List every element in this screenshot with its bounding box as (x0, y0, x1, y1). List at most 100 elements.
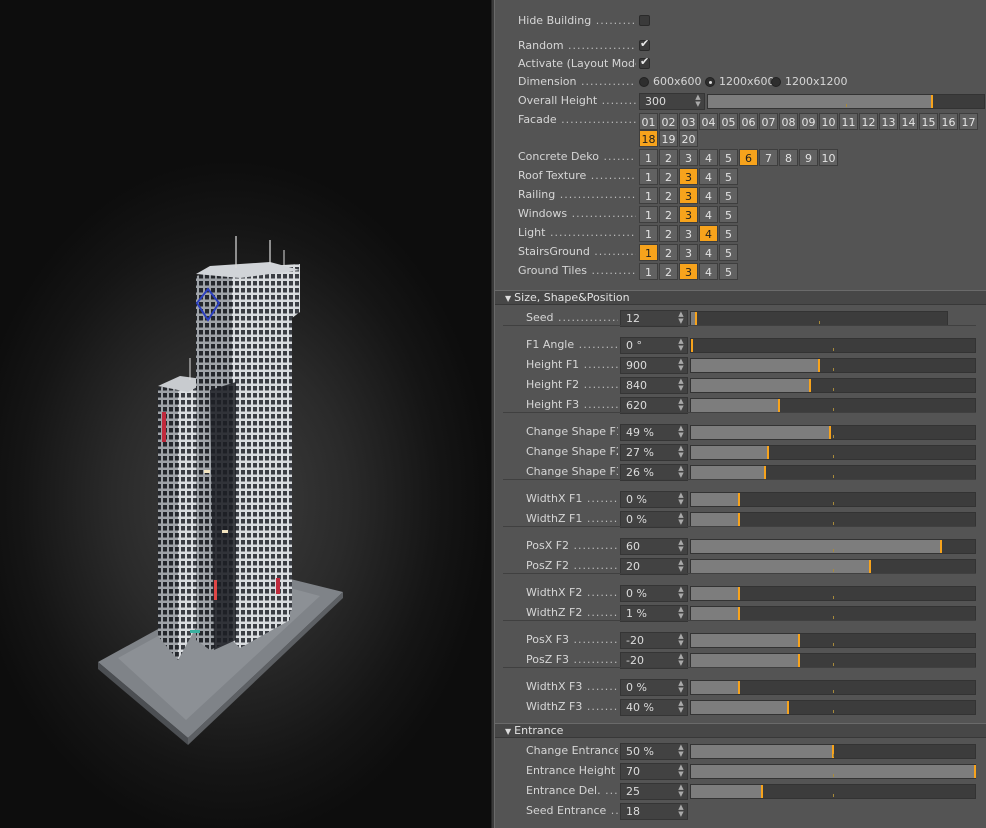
option-button-facade-01[interactable]: 01 (639, 113, 658, 130)
widthx-f1-spinner-icon[interactable]: ▲ ▼ (677, 492, 685, 507)
option-button-facade-04[interactable]: 04 (699, 113, 718, 130)
height-f1-slider-knob[interactable] (818, 359, 820, 372)
option-button-railing-1[interactable]: 1 (639, 187, 658, 204)
option-button-ground-tiles-5[interactable]: 5 (719, 263, 738, 280)
option-button-concrete-deko-4[interactable]: 4 (699, 149, 718, 166)
section-header-entrance[interactable]: ▼ Entrance (495, 723, 986, 738)
option-button-facade-07[interactable]: 07 (759, 113, 778, 130)
option-button-concrete-deko-10[interactable]: 10 (819, 149, 838, 166)
change-shape-f1-slider-knob[interactable] (829, 426, 831, 439)
option-button-stairsground-1[interactable]: 1 (639, 244, 658, 261)
widthx-f2-slider-knob[interactable] (738, 587, 740, 600)
dimension-radio-1200x600[interactable] (705, 77, 715, 87)
entrance-del-slider-knob[interactable] (761, 785, 763, 798)
option-button-concrete-deko-5[interactable]: 5 (719, 149, 738, 166)
f1-angle-slider[interactable] (690, 338, 976, 353)
option-button-railing-4[interactable]: 4 (699, 187, 718, 204)
entrance-height-spinner-icon[interactable]: ▲ ▼ (677, 764, 685, 779)
hide-building-checkbox[interactable] (639, 15, 650, 26)
entrance-del-spinner-icon[interactable]: ▲ ▼ (677, 784, 685, 799)
dimension-radio-1200x1200[interactable] (771, 77, 781, 87)
seed-slider-knob[interactable] (695, 312, 697, 325)
overall-height-slider[interactable] (707, 94, 985, 109)
overall-height-spinner-icon[interactable]: ▲ ▼ (694, 94, 702, 109)
option-button-facade-09[interactable]: 09 (799, 113, 818, 130)
posx-f3-spinner-icon[interactable]: ▲ ▼ (677, 633, 685, 648)
option-button-concrete-deko-7[interactable]: 7 (759, 149, 778, 166)
option-button-facade-16[interactable]: 16 (939, 113, 958, 130)
option-button-railing-3[interactable]: 3 (679, 187, 698, 204)
height-f1-slider[interactable] (690, 358, 976, 373)
widthz-f3-slider[interactable] (690, 700, 976, 715)
widthx-f1-slider-knob[interactable] (738, 493, 740, 506)
change-shape-f2-slider[interactable] (690, 445, 976, 460)
option-button-facade-17[interactable]: 17 (959, 113, 978, 130)
posz-f3-slider[interactable] (690, 653, 976, 668)
option-button-roof-texture-5[interactable]: 5 (719, 168, 738, 185)
option-button-facade-08[interactable]: 08 (779, 113, 798, 130)
option-button-railing-2[interactable]: 2 (659, 187, 678, 204)
posx-f3-slider[interactable] (690, 633, 976, 648)
change-shape-f3-slider-knob[interactable] (764, 466, 766, 479)
option-button-light-3[interactable]: 3 (679, 225, 698, 242)
option-button-facade-10[interactable]: 10 (819, 113, 838, 130)
option-button-facade-18[interactable]: 18 (639, 130, 658, 147)
seed-entrance-spinner-icon[interactable]: ▲ ▼ (677, 804, 685, 819)
posx-f2-spinner-icon[interactable]: ▲ ▼ (677, 539, 685, 554)
option-button-roof-texture-3[interactable]: 3 (679, 168, 698, 185)
entrance-height-slider-knob[interactable] (974, 765, 976, 778)
option-button-facade-06[interactable]: 06 (739, 113, 758, 130)
seed-slider[interactable] (690, 311, 948, 326)
random-checkbox[interactable] (639, 37, 650, 51)
option-button-roof-texture-2[interactable]: 2 (659, 168, 678, 185)
option-button-ground-tiles-4[interactable]: 4 (699, 263, 718, 280)
posz-f3-spinner-icon[interactable]: ▲ ▼ (677, 653, 685, 668)
option-button-ground-tiles-1[interactable]: 1 (639, 263, 658, 280)
posz-f2-slider[interactable] (690, 559, 976, 574)
widthz-f2-slider-knob[interactable] (738, 607, 740, 620)
option-button-windows-4[interactable]: 4 (699, 206, 718, 223)
change-shape-f2-slider-knob[interactable] (767, 446, 769, 459)
f1-angle-slider-knob[interactable] (691, 339, 693, 352)
change-entrance-spinner-icon[interactable]: ▲ ▼ (677, 744, 685, 759)
widthx-f3-spinner-icon[interactable]: ▲ ▼ (677, 680, 685, 695)
widthx-f1-slider[interactable] (690, 492, 976, 507)
height-f3-slider-knob[interactable] (778, 399, 780, 412)
dimension-radio-600x600[interactable] (639, 77, 649, 87)
option-button-concrete-deko-8[interactable]: 8 (779, 149, 798, 166)
option-button-ground-tiles-2[interactable]: 2 (659, 263, 678, 280)
option-button-windows-5[interactable]: 5 (719, 206, 738, 223)
option-button-facade-11[interactable]: 11 (839, 113, 858, 130)
widthz-f1-spinner-icon[interactable]: ▲ ▼ (677, 512, 685, 527)
option-button-facade-03[interactable]: 03 (679, 113, 698, 130)
option-button-stairsground-5[interactable]: 5 (719, 244, 738, 261)
height-f3-spinner-icon[interactable]: ▲ ▼ (677, 398, 685, 413)
option-button-facade-19[interactable]: 19 (659, 130, 678, 147)
widthx-f3-slider[interactable] (690, 680, 976, 695)
widthx-f2-spinner-icon[interactable]: ▲ ▼ (677, 586, 685, 601)
option-button-facade-02[interactable]: 02 (659, 113, 678, 130)
seed-spinner-icon[interactable]: ▲ ▼ (677, 311, 685, 326)
change-shape-f1-spinner-icon[interactable]: ▲ ▼ (677, 425, 685, 440)
option-button-facade-12[interactable]: 12 (859, 113, 878, 130)
option-button-concrete-deko-2[interactable]: 2 (659, 149, 678, 166)
posz-f2-slider-knob[interactable] (869, 560, 871, 573)
change-shape-f3-slider[interactable] (690, 465, 976, 480)
option-button-roof-texture-4[interactable]: 4 (699, 168, 718, 185)
widthx-f2-slider[interactable] (690, 586, 976, 601)
entrance-height-slider[interactable] (690, 764, 976, 779)
option-button-light-4[interactable]: 4 (699, 225, 718, 242)
entrance-del-slider[interactable] (690, 784, 976, 799)
option-button-concrete-deko-9[interactable]: 9 (799, 149, 818, 166)
option-button-facade-13[interactable]: 13 (879, 113, 898, 130)
option-button-windows-2[interactable]: 2 (659, 206, 678, 223)
option-button-railing-5[interactable]: 5 (719, 187, 738, 204)
option-button-light-5[interactable]: 5 (719, 225, 738, 242)
widthx-f3-slider-knob[interactable] (738, 681, 740, 694)
height-f1-spinner-icon[interactable]: ▲ ▼ (677, 358, 685, 373)
change-entrance-slider[interactable] (690, 744, 976, 759)
option-button-stairsground-4[interactable]: 4 (699, 244, 718, 261)
section-header-size-shape-position[interactable]: ▼ Size, Shape&Position (495, 290, 986, 305)
widthz-f2-spinner-icon[interactable]: ▲ ▼ (677, 606, 685, 621)
change-shape-f2-spinner-icon[interactable]: ▲ ▼ (677, 445, 685, 460)
